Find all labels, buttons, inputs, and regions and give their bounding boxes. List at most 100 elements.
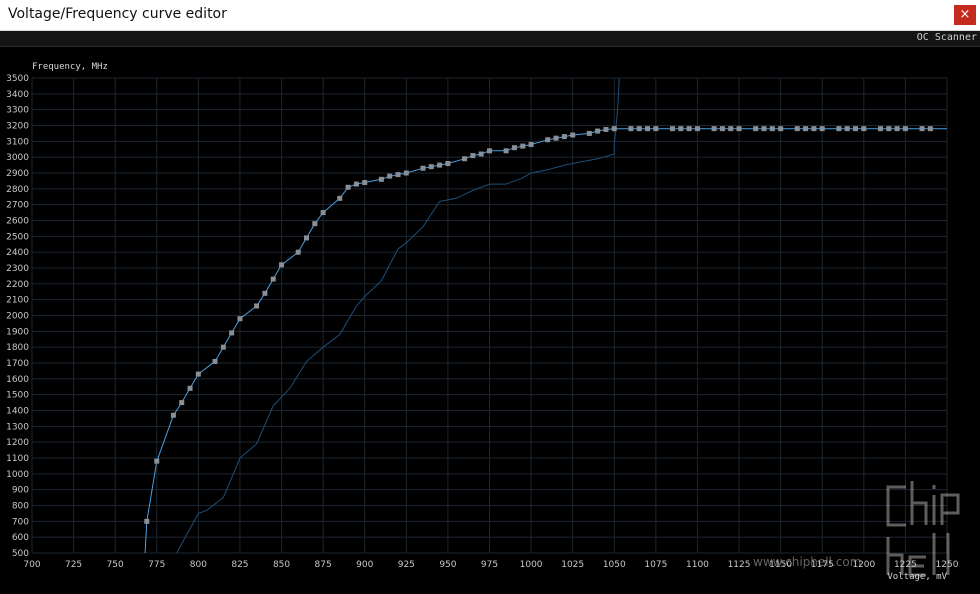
curve-point[interactable] bbox=[778, 126, 784, 132]
y-tick-label: 1100 bbox=[6, 454, 29, 464]
curve-point[interactable] bbox=[753, 126, 759, 132]
curve-point[interactable] bbox=[927, 126, 933, 132]
curve-point[interactable] bbox=[487, 148, 492, 154]
curve-point[interactable] bbox=[719, 126, 725, 132]
curve-point[interactable] bbox=[270, 276, 276, 282]
curve-point[interactable] bbox=[761, 126, 767, 132]
vf-curve-chart[interactable]: 500 600 700 800 900 1000 1100 1200 1300 1400 1500 1… bbox=[0, 47, 980, 594]
y-tick-label: 3300 bbox=[6, 106, 29, 116]
curve-point[interactable] bbox=[403, 170, 409, 176]
curve-point[interactable] bbox=[503, 148, 509, 154]
curve-point[interactable] bbox=[528, 142, 534, 147]
curve-point[interactable] bbox=[312, 221, 318, 227]
curve-point[interactable] bbox=[686, 126, 692, 132]
y-tick-label: 700 bbox=[12, 517, 29, 527]
curve-point[interactable] bbox=[470, 153, 476, 159]
curve-point[interactable] bbox=[437, 162, 443, 168]
window-titlebar: Voltage/Frequency curve editor × bbox=[0, 0, 980, 31]
curve-point[interactable] bbox=[144, 518, 150, 524]
curve-point[interactable] bbox=[420, 165, 426, 171]
curve-point[interactable] bbox=[803, 126, 809, 132]
curve-point[interactable] bbox=[819, 126, 825, 132]
curve-point[interactable] bbox=[553, 135, 559, 141]
curve-point[interactable] bbox=[279, 262, 285, 268]
x-tick-label: 1025 bbox=[561, 560, 584, 570]
curve-point[interactable] bbox=[844, 126, 850, 132]
curve-points[interactable] bbox=[144, 126, 933, 524]
curve-point[interactable] bbox=[445, 161, 451, 166]
y-tick-label: 1700 bbox=[6, 359, 29, 369]
curve-point[interactable] bbox=[628, 126, 634, 132]
curve-point[interactable] bbox=[877, 126, 883, 132]
y-tick-label: 1900 bbox=[6, 327, 29, 337]
curve-point[interactable] bbox=[595, 128, 601, 134]
curve-point[interactable] bbox=[478, 151, 484, 157]
curve-point[interactable] bbox=[195, 371, 201, 377]
curve-point[interactable] bbox=[428, 164, 434, 170]
curve-point[interactable] bbox=[337, 195, 343, 201]
curve-point[interactable] bbox=[511, 145, 517, 151]
oc-scanner-button[interactable]: OC Scanner bbox=[917, 32, 977, 43]
curve-point[interactable] bbox=[919, 126, 925, 132]
curve-point[interactable] bbox=[728, 126, 734, 132]
curve-point[interactable] bbox=[853, 126, 858, 132]
curve-point[interactable] bbox=[645, 126, 651, 132]
curve-point[interactable] bbox=[395, 172, 401, 178]
curve-point[interactable] bbox=[304, 235, 309, 241]
curve-point[interactable] bbox=[894, 126, 900, 132]
curve-point[interactable] bbox=[794, 126, 800, 132]
y-tick-label: 1400 bbox=[6, 407, 29, 417]
curve-point[interactable] bbox=[179, 400, 185, 406]
curve-point[interactable] bbox=[861, 126, 867, 132]
curve-point[interactable] bbox=[736, 126, 742, 132]
curve-point[interactable] bbox=[345, 184, 351, 190]
y-axis-label: Frequency, MHz bbox=[32, 62, 108, 72]
curve-point[interactable] bbox=[603, 126, 609, 132]
curve-point[interactable] bbox=[378, 176, 384, 182]
curve-point[interactable] bbox=[353, 181, 359, 187]
curve-point[interactable] bbox=[678, 126, 684, 132]
curve-point[interactable] bbox=[570, 132, 576, 138]
curve-point[interactable] bbox=[711, 126, 717, 132]
curve-point[interactable] bbox=[320, 210, 326, 216]
curve-point[interactable] bbox=[220, 344, 226, 350]
y-tick-label: 500 bbox=[12, 549, 29, 559]
y-tick-label: 3500 bbox=[6, 74, 29, 84]
curve-point[interactable] bbox=[586, 130, 592, 136]
y-tick-label: 3100 bbox=[6, 137, 29, 147]
curve-point[interactable] bbox=[187, 385, 193, 391]
curve-point[interactable] bbox=[229, 330, 235, 336]
curve-point[interactable] bbox=[362, 180, 368, 185]
curve-point[interactable] bbox=[387, 173, 393, 179]
window-title: Voltage/Frequency curve editor bbox=[8, 6, 227, 22]
curve-point[interactable] bbox=[836, 126, 842, 132]
curve-point[interactable] bbox=[902, 126, 908, 132]
x-tick-label: 750 bbox=[107, 560, 124, 570]
curve-point[interactable] bbox=[154, 458, 160, 464]
y-tick-label: 2000 bbox=[6, 312, 29, 322]
curve-point[interactable] bbox=[520, 143, 526, 149]
curve-point[interactable] bbox=[769, 126, 775, 132]
curve-point[interactable] bbox=[254, 303, 260, 309]
curve-point[interactable] bbox=[636, 126, 642, 132]
y-tick-label: 3000 bbox=[6, 153, 29, 163]
curve-point[interactable] bbox=[611, 126, 617, 132]
y-tick-label: 2400 bbox=[6, 248, 29, 258]
curve-point[interactable] bbox=[545, 137, 551, 143]
curve-point[interactable] bbox=[212, 358, 218, 364]
curve-point[interactable] bbox=[561, 134, 567, 140]
curve-point[interactable] bbox=[237, 316, 243, 322]
curve-point[interactable] bbox=[670, 126, 675, 132]
close-button[interactable]: × bbox=[954, 5, 976, 25]
x-tick-label: 800 bbox=[190, 560, 207, 570]
curve-point[interactable] bbox=[694, 126, 700, 132]
curve-point[interactable] bbox=[262, 290, 268, 296]
curve-point[interactable] bbox=[653, 126, 659, 132]
curve-point[interactable] bbox=[811, 126, 817, 132]
curve-point[interactable] bbox=[462, 156, 468, 162]
curve-point[interactable] bbox=[886, 126, 892, 132]
curve-point[interactable] bbox=[170, 412, 176, 418]
y-tick-label: 1600 bbox=[6, 375, 29, 385]
curve-point[interactable] bbox=[295, 249, 301, 255]
x-tick-label: 1075 bbox=[644, 560, 667, 570]
